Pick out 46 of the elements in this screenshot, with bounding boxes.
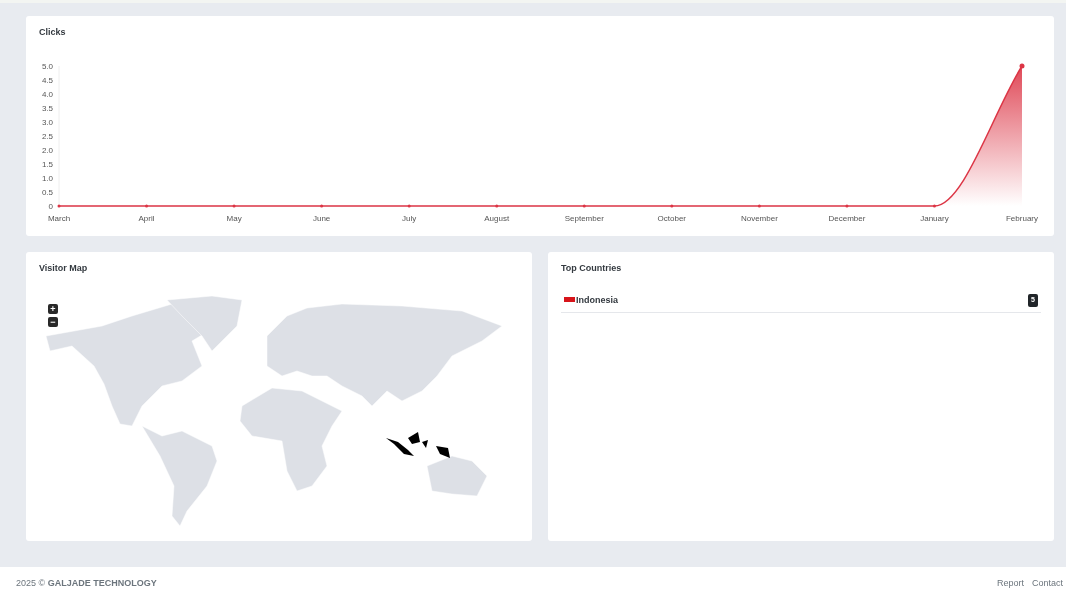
data-point xyxy=(407,204,411,208)
y-tick-label: 1.0 xyxy=(41,174,53,183)
flag-icon xyxy=(564,296,575,302)
x-tick-label: January xyxy=(920,214,949,223)
data-point xyxy=(582,204,586,208)
x-tick-label: February xyxy=(1006,214,1038,223)
data-point xyxy=(845,204,849,208)
x-tick-label: August xyxy=(484,214,510,223)
y-tick-label: 4.0 xyxy=(41,90,53,99)
y-tick-label: 3.0 xyxy=(41,118,53,127)
data-point xyxy=(757,204,761,208)
country-name: Indonesia xyxy=(576,293,618,307)
zoom-button[interactable]: − xyxy=(48,317,58,327)
x-tick-label: April xyxy=(138,214,155,223)
zoom-button[interactable]: + xyxy=(48,304,58,314)
card-title: Visitor Map xyxy=(39,262,88,275)
y-tick-label: 3.5 xyxy=(41,104,53,113)
x-tick-label: May xyxy=(226,214,242,223)
y-tick-label: 5.0 xyxy=(41,62,53,71)
y-tick-label: 1.5 xyxy=(41,160,53,169)
y-tick-label: 4.5 xyxy=(41,76,53,85)
x-tick-label: September xyxy=(564,214,604,223)
card-title: Clicks xyxy=(39,26,66,39)
copyright-text: 2025 © GALJADE TECHNOLOGY xyxy=(16,576,157,590)
x-tick-label: October xyxy=(657,214,687,223)
y-tick-label: 2.0 xyxy=(41,146,53,155)
card-title: Top Countries xyxy=(561,262,623,275)
x-tick-label: June xyxy=(312,214,331,223)
indonesia-region[interactable] xyxy=(386,432,450,458)
footer-link[interactable]: Report xyxy=(996,576,1024,591)
x-tick-label: November xyxy=(740,214,778,223)
x-tick-label: March xyxy=(47,214,71,223)
y-tick-label: 2.5 xyxy=(41,132,53,141)
data-point xyxy=(320,204,324,208)
data-point xyxy=(145,204,149,208)
y-tick-label: 0.5 xyxy=(41,188,53,197)
data-point xyxy=(57,204,61,208)
data-point xyxy=(670,204,674,208)
data-point xyxy=(932,204,936,208)
data-point xyxy=(495,204,499,208)
footer-link[interactable]: Contact xyxy=(1031,576,1063,591)
x-tick-label: December xyxy=(828,214,866,223)
y-tick-label: 0 xyxy=(48,202,53,211)
data-point xyxy=(1019,63,1025,69)
x-tick-label: July xyxy=(402,214,417,223)
data-point xyxy=(232,204,236,208)
